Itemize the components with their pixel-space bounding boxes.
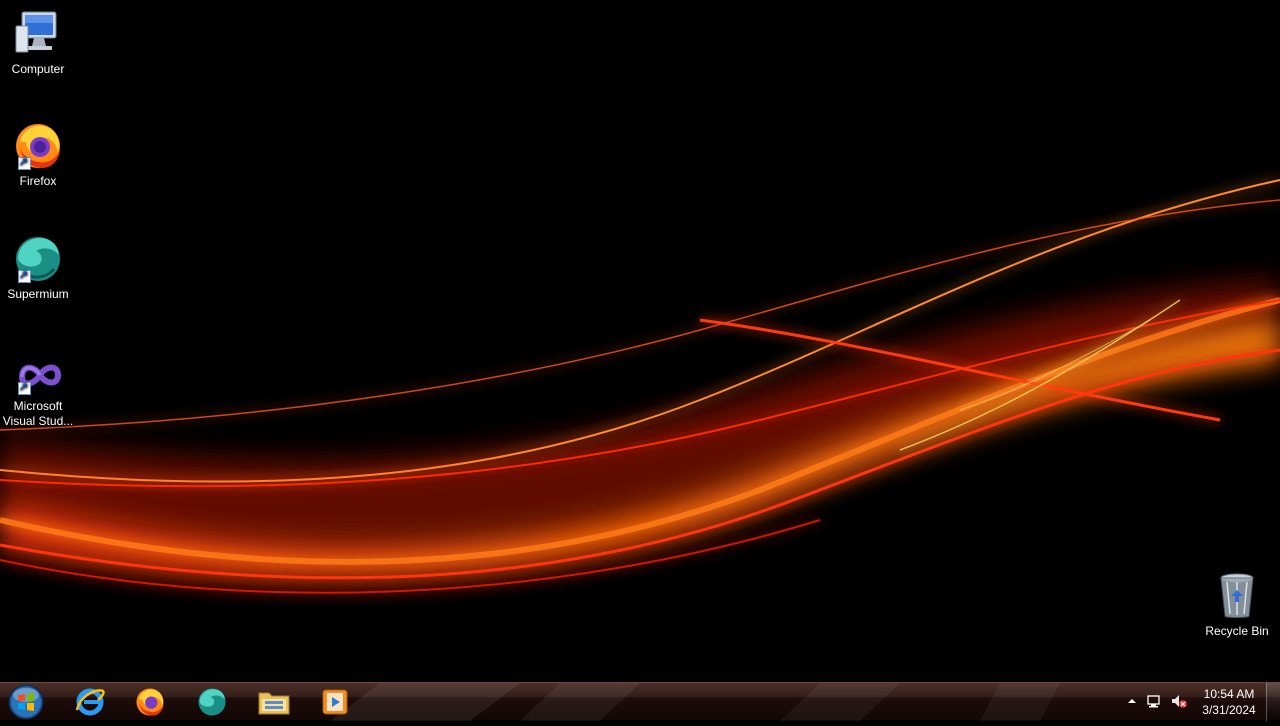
- shortcut-arrow-icon: [18, 268, 31, 283]
- windows-start-orb-icon: [8, 684, 44, 720]
- clock-date: 3/31/2024: [1202, 703, 1256, 717]
- clock-time: 10:54 AM: [1203, 687, 1255, 701]
- taskbar-pinned-windows-explorer[interactable]: [246, 685, 302, 719]
- firefox-icon: [136, 688, 164, 716]
- start-button[interactable]: [4, 683, 48, 721]
- desktop-icon-computer[interactable]: Computer: [0, 8, 76, 77]
- desktop-icon-firefox[interactable]: Firefox: [0, 120, 76, 189]
- desktop-icon-label: Microsoft Visual Stud...: [2, 399, 74, 428]
- show-hidden-icons-icon[interactable]: [1124, 693, 1140, 709]
- desktop-icon-label: Recycle Bin: [1205, 624, 1269, 638]
- desktop-icon-label: Firefox: [19, 174, 57, 188]
- desktop-icon-label: Supermium: [7, 287, 69, 301]
- firefox-icon: [12, 120, 64, 172]
- taskbar-pinned-supermium[interactable]: [184, 685, 240, 719]
- recycle-bin-icon: [1211, 570, 1263, 622]
- computer-icon: [12, 8, 64, 60]
- media-player-icon: [322, 689, 348, 715]
- desktop-icon-label: Computer: [11, 62, 65, 76]
- shortcut-arrow-icon: [18, 380, 31, 395]
- desktop-icon-visual-studio[interactable]: Microsoft Visual Stud...: [0, 355, 76, 429]
- volume-muted-icon[interactable]: [1170, 693, 1187, 709]
- shortcut-arrow-icon: [18, 155, 31, 170]
- internet-explorer-icon: [75, 688, 105, 716]
- supermium-icon: [198, 688, 226, 716]
- taskbar-pinned-media-player[interactable]: [307, 685, 363, 719]
- show-desktop-button[interactable]: [1266, 683, 1280, 721]
- desktop-icon-recycle-bin[interactable]: Recycle Bin: [1199, 570, 1275, 639]
- supermium-icon: [12, 233, 64, 285]
- taskbar-clock[interactable]: 10:54 AM 3/31/2024: [1196, 686, 1262, 718]
- network-icon[interactable]: [1146, 693, 1162, 709]
- visual-studio-icon: [12, 355, 64, 397]
- taskbar: 10:54 AM 3/31/2024: [0, 682, 1280, 721]
- taskbar-pinned-internet-explorer[interactable]: [62, 685, 118, 719]
- desktop-wallpaper: [0, 0, 1280, 682]
- folder-icon: [258, 692, 290, 715]
- desktop-icon-supermium[interactable]: Supermium: [0, 233, 76, 302]
- taskbar-pinned-firefox[interactable]: [122, 685, 178, 719]
